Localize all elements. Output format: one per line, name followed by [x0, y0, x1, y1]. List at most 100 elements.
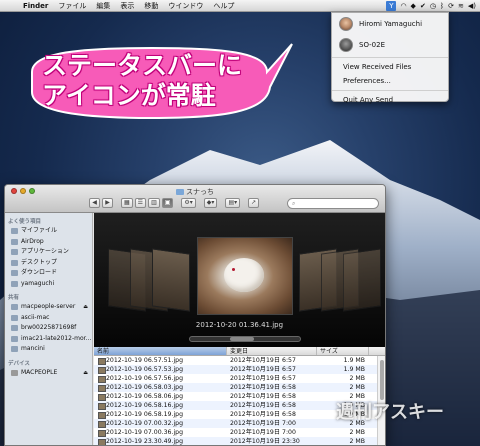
- file-date: 2012年10月19日 6:57: [230, 357, 296, 364]
- arrange-button[interactable]: ▤▾: [225, 198, 241, 208]
- table-row[interactable]: 2012-10-19 23.30.49.jpg 2012年10月19日 23:30…: [94, 437, 385, 445]
- applications-icon: [11, 249, 18, 256]
- sidebar-item-server[interactable]: macpeople-server ⏏: [5, 302, 92, 313]
- any-send-status-icon[interactable]: Y: [386, 1, 397, 11]
- window-title: スナっち: [5, 187, 385, 197]
- cover-thumbnail[interactable]: [152, 248, 190, 312]
- search-input[interactable]: ⌕: [287, 198, 379, 209]
- sidebar-item-airdrop[interactable]: AirDrop: [5, 237, 92, 248]
- table-row[interactable]: 2012-10-19 06.57.53.jpg 2012年10月19日 6:57 1…: [94, 365, 385, 374]
- computer-icon: [11, 346, 18, 353]
- user-item-so02e[interactable]: SO-02E: [332, 34, 448, 55]
- action-gear-icon[interactable]: ⚙▾: [181, 198, 196, 208]
- menu-window[interactable]: ウインドウ: [163, 1, 208, 11]
- sidebar-item-shared-computer[interactable]: brw00225871698f: [5, 323, 92, 334]
- file-date: 2012年10月19日 23:30: [230, 438, 300, 445]
- column-header-name[interactable]: 名前: [94, 347, 227, 355]
- file-size: 1.9 MB: [343, 366, 365, 373]
- column-header-date[interactable]: 変更日: [227, 347, 317, 355]
- cover-selected-image[interactable]: [197, 237, 293, 315]
- column-view-button[interactable]: ▥: [148, 198, 160, 208]
- file-name: 2012-10-19 06.58.16.jpg: [94, 401, 227, 410]
- eject-icon[interactable]: ⏏: [83, 302, 88, 313]
- file-size: 2 MB: [349, 375, 366, 382]
- coverflow-view-button[interactable]: ▣: [161, 198, 174, 208]
- file-name: 2012-10-19 07.00.36.jpg: [94, 428, 227, 437]
- avatar: [339, 16, 353, 31]
- file-size: 2 MB: [349, 438, 366, 445]
- scroll-thumb[interactable]: [380, 360, 384, 400]
- computer-icon: [11, 335, 18, 342]
- file-date: 2012年10月19日 7:00: [230, 429, 296, 436]
- sidebar-item-shared-computer[interactable]: ascii-mac: [5, 313, 92, 324]
- quit-item[interactable]: Quit Any Send: [332, 93, 448, 107]
- menu-view[interactable]: 表示: [115, 1, 139, 11]
- annotation-line-1: ステータスバーに: [42, 51, 243, 80]
- clock-icon[interactable]: ◷: [430, 2, 436, 10]
- file-date: 2012年10月19日 6:57: [230, 375, 296, 382]
- file-date: 2012年10月19日 6:58: [230, 393, 296, 400]
- menu-file[interactable]: ファイル: [53, 1, 91, 11]
- folder-icon: [176, 189, 184, 195]
- sidebar-header-favorites: よく使う項目: [8, 219, 42, 225]
- file-size: 2 MB: [349, 384, 366, 391]
- table-row[interactable]: 2012-10-19 06.57.51.jpg 2012年10月19日 6:57 1…: [94, 356, 385, 365]
- sidebar-header-shared: 共有: [8, 295, 20, 301]
- cover-scroll-thumb[interactable]: [230, 337, 254, 341]
- sidebar-item-desktop[interactable]: デスクトップ: [5, 258, 92, 269]
- file-date: 2012年10月19日 6:58: [230, 411, 296, 418]
- share-button[interactable]: ↗: [248, 198, 260, 208]
- sidebar-item-myfiles[interactable]: マイファイル: [5, 226, 92, 237]
- view-received-files-item[interactable]: View Received Files: [332, 60, 448, 74]
- share-dropbox-icon[interactable]: ◆▾: [203, 198, 218, 208]
- file-date: 2012年10月19日 6:58: [230, 384, 296, 391]
- file-size: 1.9 MB: [343, 357, 365, 364]
- menu-finder[interactable]: Finder: [18, 2, 53, 10]
- status-tray: Y ◠ ◆ ✔ ◷ ᛒ ⟳ ≋ ◀): [386, 0, 476, 12]
- table-row[interactable]: 2012-10-19 06.57.56.jpg 2012年10月19日 6:57 2…: [94, 374, 385, 383]
- forward-button[interactable]: ▶: [102, 198, 113, 208]
- sidebar-item-downloads[interactable]: ダウンロード: [5, 268, 92, 279]
- file-list: 名前 変更日 サイズ 2012-10-19 06.57.51.jpg 2012年1…: [94, 347, 385, 445]
- list-view-button[interactable]: ☰: [134, 198, 147, 208]
- wifi-icon[interactable]: ◠: [400, 2, 406, 10]
- hamster-photo: [224, 258, 264, 292]
- sync-icon[interactable]: ⟳: [448, 2, 454, 10]
- file-name: 2012-10-19 06.58.19.jpg: [94, 410, 227, 419]
- file-name: 2012-10-19 06.57.56.jpg: [94, 374, 227, 383]
- back-button[interactable]: ◀: [89, 198, 100, 208]
- cover-scrollbar[interactable]: [189, 336, 301, 342]
- sidebar-item-applications[interactable]: アプリケーション: [5, 247, 92, 258]
- menu-edit[interactable]: 編集: [91, 1, 115, 11]
- icon-view-button[interactable]: ▦: [121, 198, 133, 208]
- cover-caption: 2012-10-20 01.36.41.jpg: [195, 321, 284, 329]
- sidebar-item-shared-computer[interactable]: imac21-late2012-mor...: [5, 334, 92, 345]
- wifi-strength-icon[interactable]: ≋: [458, 2, 464, 10]
- computer-icon: [11, 325, 18, 332]
- user-item-hiromi[interactable]: Hiromi Yamaguchi: [332, 13, 448, 34]
- preferences-item[interactable]: Preferences...: [332, 74, 448, 88]
- column-header-size[interactable]: サイズ: [317, 347, 369, 355]
- cover-thumbnail[interactable]: [343, 248, 381, 312]
- annotation-line-2: アイコンが常駐: [42, 81, 216, 110]
- file-name: 2012-10-19 06.58.06.jpg: [94, 392, 227, 401]
- volume-icon[interactable]: ◀): [468, 2, 476, 10]
- checkmark-icon[interactable]: ✔: [420, 2, 426, 10]
- cover-flow-view[interactable]: 2012-10-20 01.36.41.jpg: [94, 213, 385, 347]
- disk-icon: [11, 369, 18, 376]
- menu-go[interactable]: 移動: [139, 1, 163, 11]
- sidebar-item-shared-computer[interactable]: mancini: [5, 344, 92, 355]
- dropbox-icon[interactable]: ◆: [411, 2, 416, 10]
- sidebar-item-home[interactable]: yamaguchi: [5, 279, 92, 290]
- menu-divider: [332, 90, 448, 91]
- publisher-watermark: 週刊アスキー: [336, 402, 444, 423]
- menu-help[interactable]: ヘルプ: [208, 1, 239, 11]
- bluetooth-icon[interactable]: ᛒ: [440, 2, 444, 10]
- menu-divider: [332, 57, 448, 58]
- user-name: Hiromi Yamaguchi: [359, 19, 423, 28]
- window-titlebar[interactable]: スナっち ◀ ▶ ▦ ☰ ▥ ▣ ⚙▾ ◆▾ ▤▾ ↗ ⌕: [5, 185, 385, 213]
- eject-icon[interactable]: ⏏: [83, 368, 88, 379]
- table-row[interactable]: 2012-10-19 06.58.03.jpg 2012年10月19日 6:58 2…: [94, 383, 385, 392]
- sidebar-item-device[interactable]: MACPEOPLE ⏏: [5, 368, 92, 379]
- table-row[interactable]: 2012-10-19 07.00.36.jpg 2012年10月19日 7:00 2…: [94, 428, 385, 437]
